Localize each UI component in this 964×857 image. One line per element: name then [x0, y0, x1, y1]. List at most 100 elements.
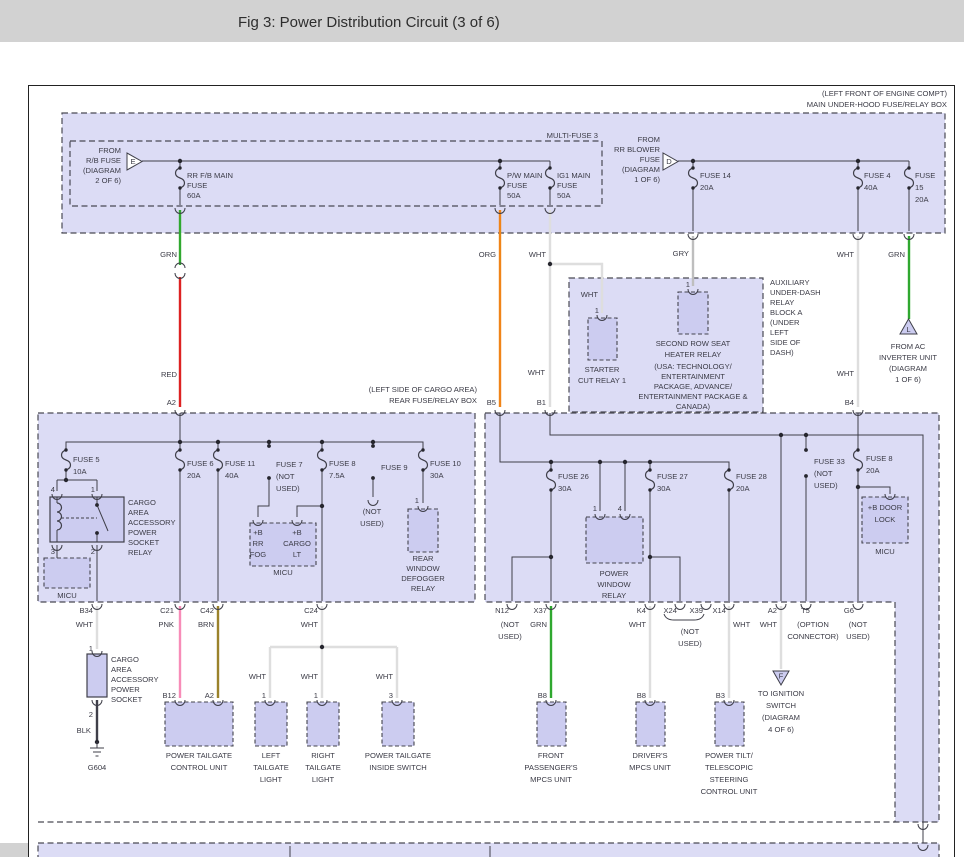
svg-text:1: 1 [91, 485, 95, 494]
svg-text:(LEFT FRONT OF ENGINE COMPT): (LEFT FRONT OF ENGINE COMPT) [822, 89, 947, 98]
left-tailgate-light-box [255, 702, 287, 746]
svg-text:FUSE 6: FUSE 6 [187, 459, 214, 468]
svg-text:ENTERTAINMENT: ENTERTAINMENT [661, 372, 725, 381]
svg-text:TAILGATE: TAILGATE [253, 763, 289, 772]
svg-text:B1: B1 [537, 398, 546, 407]
svg-text:30A: 30A [558, 484, 572, 493]
svg-text:FUSE 8: FUSE 8 [866, 454, 893, 463]
svg-text:(NOT: (NOT [276, 472, 295, 481]
svg-text:FUSE 26: FUSE 26 [558, 472, 589, 481]
svg-text:40A: 40A [225, 471, 239, 480]
svg-text:TELESCOPIC: TELESCOPIC [705, 763, 754, 772]
svg-text:SIDE OF: SIDE OF [770, 338, 801, 347]
svg-text:CONTROL UNIT: CONTROL UNIT [171, 763, 228, 772]
power-window-relay-box [586, 517, 643, 563]
svg-text:60A: 60A [187, 191, 201, 200]
front-mpcs-unit-box [537, 702, 566, 746]
driver-mpcs-unit-box [636, 702, 665, 746]
svg-text:DEFOGGER: DEFOGGER [401, 574, 445, 583]
svg-text:MICU: MICU [273, 568, 292, 577]
svg-text:USED): USED) [846, 632, 870, 641]
svg-text:7.5A: 7.5A [329, 471, 346, 480]
bottom-left-gray-corner [0, 843, 28, 857]
svg-text:50A: 50A [507, 191, 521, 200]
svg-text:FUSE 4: FUSE 4 [864, 171, 891, 180]
svg-text:FUSE 10: FUSE 10 [430, 459, 461, 468]
svg-text:POWER: POWER [128, 528, 157, 537]
svg-text:SOCKET: SOCKET [128, 538, 160, 547]
svg-text:30A: 30A [657, 484, 671, 493]
svg-text:20A: 20A [915, 195, 929, 204]
svg-text:30A: 30A [430, 471, 444, 480]
svg-text:WHT: WHT [837, 250, 855, 259]
svg-text:C21: C21 [160, 606, 174, 615]
svg-text:(LEFT SIDE OF CARGO AREA): (LEFT SIDE OF CARGO AREA) [369, 385, 478, 394]
svg-text:L: L [906, 325, 910, 334]
svg-text:(NOT: (NOT [363, 507, 382, 516]
svg-text:FRONT: FRONT [538, 751, 565, 760]
svg-text:+B: +B [253, 528, 263, 537]
svg-text:SOCKET: SOCKET [111, 695, 143, 704]
svg-text:FUSE 33: FUSE 33 [814, 457, 845, 466]
svg-text:AREA: AREA [128, 508, 150, 517]
svg-text:CONTROL UNIT: CONTROL UNIT [701, 787, 758, 796]
svg-text:B8: B8 [637, 691, 646, 700]
svg-text:STEERING: STEERING [710, 775, 749, 784]
svg-text:BLK: BLK [77, 726, 91, 735]
svg-text:FOG: FOG [250, 550, 267, 559]
svg-text:MICU: MICU [57, 591, 76, 600]
svg-text:1: 1 [686, 280, 690, 289]
svg-text:2: 2 [89, 710, 93, 719]
svg-text:WHT: WHT [528, 368, 546, 377]
svg-text:3: 3 [51, 547, 55, 556]
svg-text:USED): USED) [814, 481, 838, 490]
svg-text:REAR: REAR [412, 554, 434, 563]
svg-text:RED: RED [161, 370, 178, 379]
svg-text:BRN: BRN [198, 620, 214, 629]
svg-text:LOCK: LOCK [875, 515, 896, 524]
svg-text:FUSE 27: FUSE 27 [657, 472, 688, 481]
svg-text:RELAY: RELAY [602, 591, 626, 600]
svg-text:WHT: WHT [76, 620, 94, 629]
svg-text:A2: A2 [167, 398, 176, 407]
svg-text:RELAY: RELAY [128, 548, 152, 557]
cargo-power-socket-box [87, 654, 107, 697]
svg-text:FUSE 8: FUSE 8 [329, 459, 356, 468]
svg-text:G604: G604 [88, 763, 107, 772]
svg-text:4 OF 6): 4 OF 6) [768, 725, 794, 734]
svg-text:RR F/B MAIN: RR F/B MAIN [187, 171, 233, 180]
svg-text:50A: 50A [557, 191, 571, 200]
svg-text:POWER: POWER [600, 569, 629, 578]
svg-text:INVERTER UNIT: INVERTER UNIT [879, 353, 937, 362]
svg-text:WHT: WHT [301, 620, 319, 629]
svg-text:USED): USED) [360, 519, 384, 528]
svg-text:(NOT: (NOT [681, 627, 700, 636]
svg-text:LIGHT: LIGHT [312, 775, 335, 784]
svg-text:20A: 20A [866, 466, 880, 475]
svg-text:FROM AC: FROM AC [891, 342, 926, 351]
svg-text:TO IGNITION: TO IGNITION [758, 689, 804, 698]
svg-text:4: 4 [618, 504, 622, 513]
svg-text:G6: G6 [844, 606, 854, 615]
svg-text:P/W MAIN: P/W MAIN [507, 171, 542, 180]
power-tailgate-inside-switch-box [382, 702, 414, 746]
svg-text:USED): USED) [678, 639, 702, 648]
svg-text:ACCESSORY: ACCESSORY [111, 675, 159, 684]
svg-text:(NOT: (NOT [849, 620, 868, 629]
svg-text:WHT: WHT [301, 672, 319, 681]
svg-text:WHT: WHT [249, 672, 267, 681]
power-tailgate-control-unit-box [165, 702, 233, 746]
svg-text:(UNDER: (UNDER [770, 318, 800, 327]
svg-text:CARGO: CARGO [283, 539, 311, 548]
svg-text:R/B FUSE: R/B FUSE [86, 156, 121, 165]
svg-text:CUT RELAY 1: CUT RELAY 1 [578, 376, 626, 385]
svg-text:B5: B5 [487, 398, 496, 407]
svg-text:MAIN UNDER-HOOD FUSE/RELAY BOX: MAIN UNDER-HOOD FUSE/RELAY BOX [807, 100, 947, 109]
svg-text:(DIAGRAM: (DIAGRAM [622, 165, 660, 174]
svg-text:1: 1 [595, 306, 599, 315]
svg-text:GRN: GRN [160, 250, 177, 259]
svg-text:STARTER: STARTER [585, 365, 620, 374]
svg-text:ENTERTAINMENT PACKAGE &: ENTERTAINMENT PACKAGE & [638, 392, 747, 401]
wiring-diagram-page: Fig 3: Power Distribution Circuit (3 of … [0, 0, 964, 857]
svg-text:15: 15 [915, 183, 923, 192]
